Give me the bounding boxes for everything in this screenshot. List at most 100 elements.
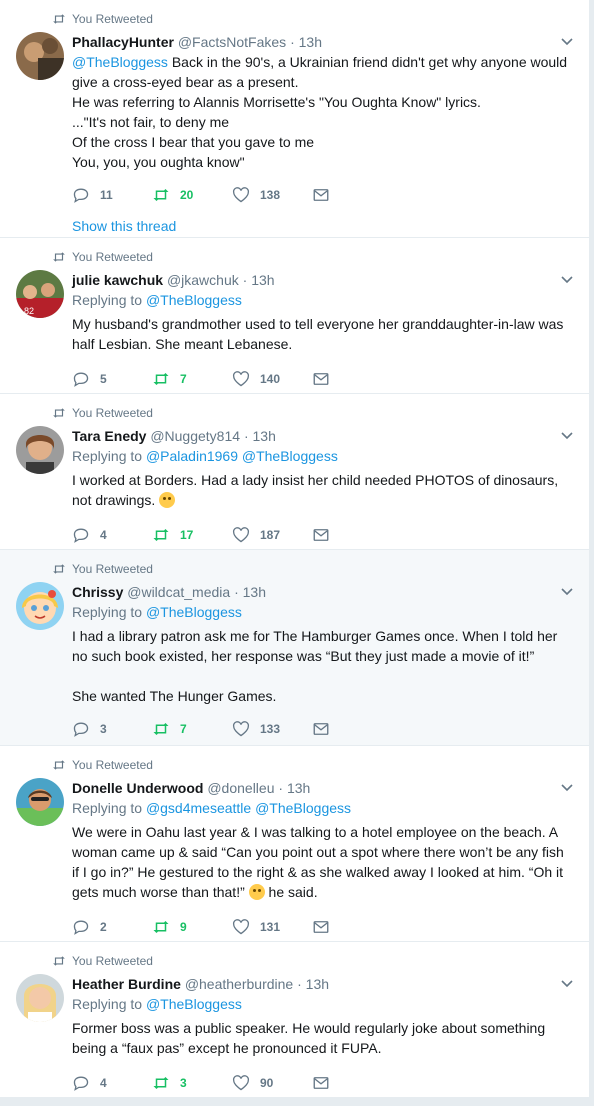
envelope-icon [313,921,329,933]
dm-button[interactable] [312,1075,392,1091]
tweet-text-line: no such book existed, her response was “… [72,648,535,664]
timestamp[interactable]: 13h [253,428,276,444]
like-count: 90 [260,1076,274,1090]
timestamp[interactable]: 13h [306,976,329,992]
retweet-button[interactable]: 7 [152,371,232,387]
display-name[interactable]: Chrissy [72,584,123,600]
dm-button[interactable] [312,371,392,387]
chevron-down-icon[interactable] [561,588,573,596]
retweet-context: You Retweeted [52,757,153,773]
like-button[interactable]: 90 [232,1075,312,1091]
like-button[interactable]: 138 [232,187,312,203]
reply-button[interactable]: 3 [72,721,152,737]
tweet[interactable]: You Retweeted Chrissy @wildcat_media · 1… [0,550,589,746]
timestamp[interactable]: 13h [287,780,310,796]
display-name[interactable]: Heather Burdine [72,976,181,992]
tweet-text-line: woman came up & said “Can you point out … [72,844,564,860]
svg-text:82: 82 [24,306,34,316]
tweet[interactable]: You Retweeted PhallacyHunter @FactsNotFa… [0,0,589,238]
tweet-actions: 4 17 187 [72,516,573,554]
reply-count: 4 [100,528,107,542]
avatar[interactable]: 82 [16,270,64,318]
confused-face-emoji-icon [248,884,265,900]
retweet-button[interactable]: 20 [152,187,232,203]
display-name[interactable]: PhallacyHunter [72,34,174,50]
heart-icon [233,371,249,387]
username[interactable]: @Nuggety814 [150,428,240,444]
tweet[interactable]: You Retweeted Donelle Underwood @donelle… [0,746,589,942]
tweet-text: I had a library patron ask me for The Ha… [72,626,573,706]
display-name[interactable]: julie kawchuk [72,272,163,288]
mention-link[interactable]: @TheBloggess [146,996,242,1012]
tweet[interactable]: You Retweeted Tara Enedy @Nuggety814 · 1… [0,394,589,550]
retweet-small-icon [53,408,65,418]
chevron-down-icon[interactable] [561,784,573,792]
username[interactable]: @donelleu [207,780,274,796]
avatar[interactable] [16,778,64,826]
avatar[interactable] [16,974,64,1022]
retweet-icon [153,373,169,385]
like-button[interactable]: 133 [232,721,312,737]
tweet[interactable]: You Retweeted Heather Burdine @heatherbu… [0,942,589,1098]
tweet-text-line: I had a library patron ask me for The Ha… [72,628,558,644]
retweet-small-icon [53,564,65,574]
replying-to: Replying to @gsd4meseattle @TheBloggess [72,798,573,818]
heart-icon [233,1075,249,1091]
like-button[interactable]: 131 [232,919,312,935]
tweet-text-line: if I go in?” He gestured to the right & … [72,864,564,880]
retweet-context: You Retweeted [52,953,153,969]
tweet-text-line [72,666,573,686]
like-button[interactable]: 187 [232,527,312,543]
reply-icon [73,372,89,387]
username[interactable]: @FactsNotFakes [178,34,286,50]
like-button[interactable]: 140 [232,371,312,387]
avatar[interactable] [16,426,64,474]
tweet-text-line: ..."It's not fair, to deny me [72,114,230,130]
username[interactable]: @wildcat_media [127,584,230,600]
reply-button[interactable]: 4 [72,1075,152,1091]
tweet[interactable]: You Retweeted 82 julie kawchuk @jkawchuk… [0,238,589,394]
timeline-feed: You Retweeted PhallacyHunter @FactsNotFa… [0,0,590,1098]
chevron-down-icon[interactable] [561,38,573,46]
timestamp[interactable]: 13h [243,584,266,600]
display-name[interactable]: Donelle Underwood [72,780,203,796]
avatar[interactable] [16,32,64,80]
retweet-context: You Retweeted [52,249,153,265]
tweet-text: We were in Oahu last year & I was talkin… [72,822,573,902]
mention-link[interactable]: @TheBloggess [72,54,168,70]
retweet-button[interactable]: 7 [152,721,232,737]
retweet-context-label: You Retweeted [72,562,153,576]
reply-button[interactable]: 11 [72,187,152,203]
chevron-down-icon[interactable] [561,276,573,284]
display-name[interactable]: Tara Enedy [72,428,146,444]
retweet-context-label: You Retweeted [72,406,153,420]
mention-link[interactable]: @TheBloggess [146,604,242,620]
timestamp[interactable]: 13h [251,272,274,288]
username[interactable]: @jkawchuk [167,272,239,288]
chevron-down-icon[interactable] [561,432,573,440]
username[interactable]: @heatherburdine [185,976,293,992]
retweet-button[interactable]: 9 [152,919,232,935]
retweet-button[interactable]: 3 [152,1075,232,1091]
reply-button[interactable]: 5 [72,371,152,387]
tweet-text-line: My husband's grandmother used to tell ev… [72,316,564,332]
replying-to-label: Replying to [72,800,143,816]
retweet-button[interactable]: 17 [152,527,232,543]
dm-button[interactable] [312,919,392,935]
dm-button[interactable] [312,721,392,737]
mention-link[interactable]: @gsd4meseattle @TheBloggess [146,800,351,816]
replying-to: Replying to @TheBloggess [72,994,573,1014]
reply-button[interactable]: 4 [72,527,152,543]
tweet-text: Former boss was a public speaker. He wou… [72,1018,573,1058]
avatar[interactable] [16,582,64,630]
timestamp[interactable]: 13h [299,34,322,50]
reply-button[interactable]: 2 [72,919,152,935]
mention-link[interactable]: @Paladin1969 @TheBloggess [146,448,338,464]
tweet-actions: 5 7 140 [72,360,573,398]
chevron-down-icon[interactable] [561,980,573,988]
dm-button[interactable] [312,527,392,543]
retweet-count: 9 [180,920,187,934]
dm-button[interactable] [312,187,392,203]
mention-link[interactable]: @TheBloggess [146,292,242,308]
retweet-count: 7 [180,372,187,386]
